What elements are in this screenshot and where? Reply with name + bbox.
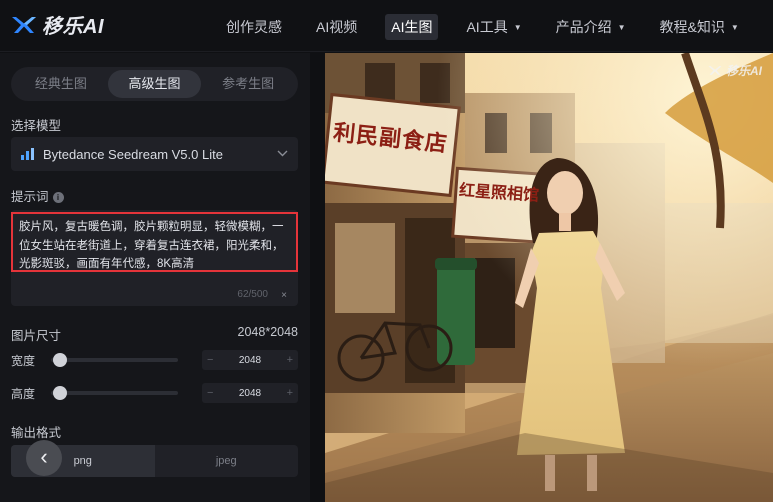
back-button[interactable]: ‹: [26, 440, 62, 476]
settings-panel: 经典生图 高级生图 参考生图 选择模型 Bytedance Seedream V…: [0, 53, 310, 502]
mode-tabs: 经典生图 高级生图 参考生图: [11, 67, 298, 101]
height-row: 高度 − 2048 +: [11, 383, 298, 403]
nav-item-products[interactable]: 产品介绍 ▼: [550, 14, 632, 40]
plus-icon[interactable]: +: [287, 354, 293, 366]
brand-logo[interactable]: 移乐AI: [10, 10, 104, 39]
nav-label: AI工具: [466, 19, 508, 35]
minus-icon[interactable]: −: [207, 387, 213, 399]
logo-icon: [12, 16, 36, 33]
height-slider-thumb[interactable]: [53, 386, 67, 400]
chevron-left-icon: ‹: [40, 444, 48, 469]
nav-item-inspiration[interactable]: 创作灵感: [220, 14, 288, 40]
nav-item-ai-image[interactable]: AI生图: [385, 14, 439, 40]
image-size-label: 图片尺寸: [11, 329, 62, 343]
photo-illustration: [325, 53, 773, 502]
width-row: 宽度 − 2048 +: [11, 350, 298, 370]
prompt-label-row: 提示词 i: [11, 186, 64, 205]
height-slider[interactable]: [51, 386, 178, 400]
minus-icon[interactable]: −: [207, 354, 213, 366]
prompt-char-counter: 62/500: [237, 289, 268, 300]
tab-reference[interactable]: 参考生图: [201, 70, 295, 98]
height-label: 高度: [11, 386, 36, 401]
brand-name: 移乐AI: [42, 16, 104, 38]
format-jpeg[interactable]: jpeg: [155, 445, 299, 477]
caret-down-icon: ▼: [617, 22, 626, 32]
generated-image[interactable]: 利民副食店 红星照相馆: [325, 53, 773, 502]
image-size-value: 2048*2048: [237, 325, 298, 339]
height-stepper[interactable]: − 2048 +: [202, 383, 298, 403]
model-bars-icon: [21, 148, 35, 160]
nav-label: AI生图: [391, 19, 433, 35]
nav-label: 教程&知识: [659, 19, 725, 35]
width-stepper[interactable]: − 2048 +: [202, 350, 298, 370]
watermark-text: 移乐AI: [726, 64, 763, 78]
nav-label: 产品介绍: [555, 19, 612, 35]
nav-item-tutorials[interactable]: 教程&知识 ▼: [654, 14, 745, 40]
tab-classic[interactable]: 经典生图: [14, 70, 108, 98]
main-nav: 创作灵感 AI视频 AI生图 AI工具 ▼ 产品介绍 ▼ 教程&知识 ▼: [220, 14, 767, 40]
caret-down-icon: ▼: [730, 22, 739, 32]
nav-label: 创作灵感: [226, 19, 282, 35]
prompt-text: 胶片风，复古暖色调，胶片颗粒明显，轻微模糊，一位女生站在老街道上，穿着复古连衣裙…: [11, 212, 298, 272]
model-label: 选择模型: [11, 119, 62, 133]
nav-item-ai-video[interactable]: AI视频: [310, 14, 363, 40]
model-select[interactable]: Bytedance Seedream V5.0 Lite: [11, 137, 298, 171]
prompt-label: 提示词: [11, 190, 49, 204]
model-value: Bytedance Seedream V5.0 Lite: [43, 146, 223, 162]
width-value: 2048: [238, 354, 262, 366]
chevron-down-icon: [277, 148, 288, 160]
logo-icon: [708, 66, 722, 75]
plus-icon[interactable]: +: [287, 387, 293, 399]
caret-down-icon: ▼: [513, 22, 522, 32]
prompt-textarea[interactable]: 胶片风，复古暖色调，胶片颗粒明显，轻微模糊，一位女生站在老街道上，穿着复古连衣裙…: [11, 210, 298, 306]
height-value: 2048: [238, 387, 262, 399]
top-header: 移乐AI 创作灵感 AI视频 AI生图 AI工具 ▼ 产品介绍 ▼ 教程&知识 ▼: [0, 0, 773, 52]
width-label: 宽度: [11, 353, 36, 368]
info-icon[interactable]: i: [52, 192, 64, 203]
width-slider-thumb[interactable]: [53, 353, 67, 367]
panel-divider: [310, 53, 325, 502]
tab-advanced[interactable]: 高级生图: [107, 70, 202, 98]
watermark: 移乐AI: [707, 62, 762, 79]
image-size-row: 图片尺寸 2048*2048: [11, 325, 298, 344]
clear-icon[interactable]: ×: [281, 290, 287, 301]
nav-item-ai-tools[interactable]: AI工具 ▼: [460, 14, 527, 40]
format-label: 输出格式: [11, 426, 62, 440]
width-slider[interactable]: [51, 353, 178, 367]
nav-label: AI视频: [316, 19, 358, 35]
